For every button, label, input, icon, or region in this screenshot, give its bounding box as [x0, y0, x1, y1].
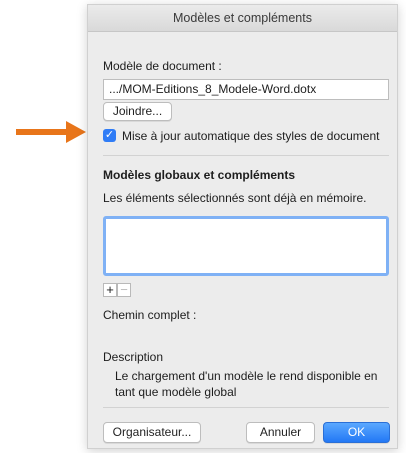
checkmark-icon: ✓: [104, 129, 115, 141]
divider: [103, 407, 389, 408]
add-button[interactable]: +: [103, 283, 117, 297]
divider: [103, 155, 389, 156]
template-path-field[interactable]: .../MOM-Editions_8_Modele-Word.dotx: [103, 79, 389, 100]
global-heading: Modèles globaux et compléments: [103, 168, 296, 182]
organizer-button[interactable]: Organisateur...: [103, 422, 201, 443]
auto-update-label[interactable]: Mise à jour automatique des styles de do…: [122, 129, 379, 143]
ok-button[interactable]: OK: [323, 422, 390, 443]
attach-button[interactable]: Joindre...: [103, 102, 172, 121]
description-label: Description: [103, 350, 164, 364]
global-info: Les éléments sélectionnés sont déjà en m…: [103, 191, 367, 205]
cancel-button[interactable]: Annuler: [246, 422, 315, 443]
global-templates-list[interactable]: [103, 216, 389, 276]
template-label: Modèle de document :: [103, 59, 222, 73]
full-path-label: Chemin complet :: [103, 308, 197, 322]
dialog-title: Modèles et compléments: [88, 5, 397, 32]
templates-addins-dialog: Modèles et compléments Modèle de documen…: [87, 4, 398, 449]
arrow-right-icon: [16, 121, 86, 143]
description-text: Le chargement d'un modèle le rend dispon…: [115, 369, 378, 399]
auto-update-checkbox[interactable]: ✓: [103, 129, 116, 142]
remove-button[interactable]: −: [117, 283, 131, 297]
